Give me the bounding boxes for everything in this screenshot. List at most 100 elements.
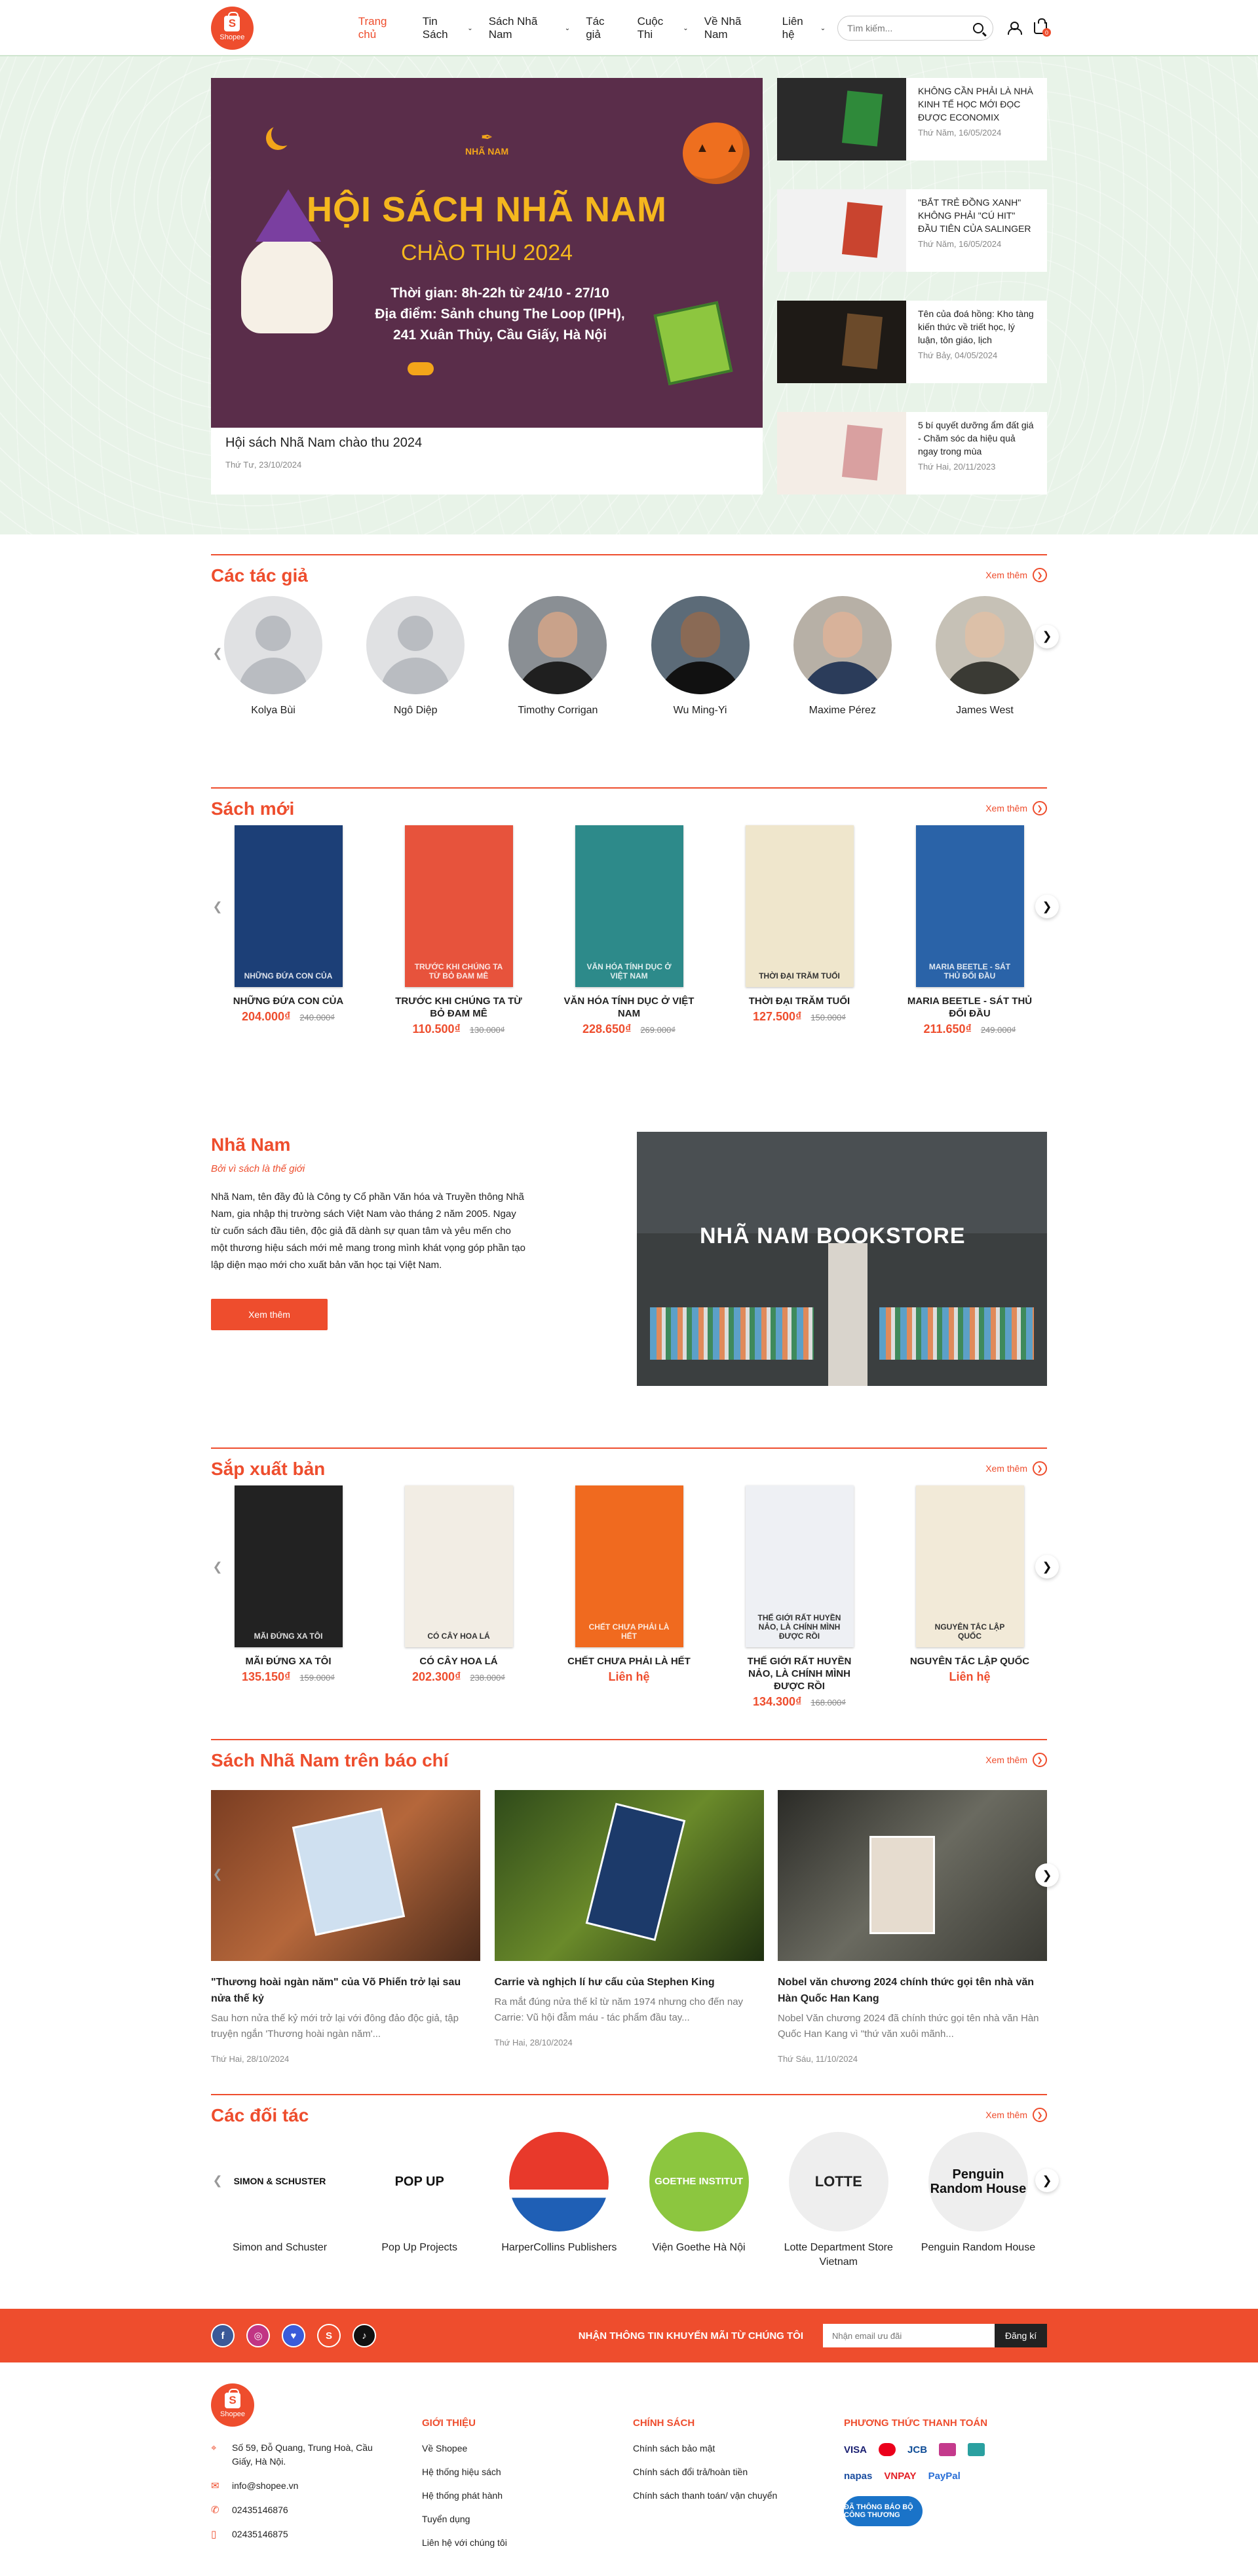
book-cover[interactable]: THẾ GIỚI RẤT HUYỀN NẢO, LÀ CHÍNH MÌNH ĐƯ… [745, 1485, 854, 1647]
partner-card[interactable]: HarperCollins Publishers [497, 2132, 621, 2269]
press-card[interactable]: Carrie và nghịch lí hư cấu của Stephen K… [494, 1790, 764, 2064]
partner-name[interactable]: Pop Up Projects [357, 2241, 482, 2255]
book-title[interactable]: MARIA BEETLE - SÁT THỦ ĐỐI ĐẦU [904, 995, 1035, 1020]
press-card[interactable]: Nobel văn chương 2024 chính thức gọi tên… [778, 1790, 1047, 2064]
author-avatar[interactable] [366, 596, 465, 694]
news-thumbnail[interactable] [777, 412, 906, 495]
footer-phone[interactable]: ✆ 02435146876 [211, 2503, 422, 2517]
author-avatar[interactable] [508, 596, 607, 694]
partner-logo[interactable] [509, 2132, 609, 2231]
footer-link[interactable]: Chính sách đổi trả/hoàn tiền [633, 2467, 844, 2477]
featured-news[interactable]: ✒NHÃ NAM HỘI SÁCH NHÃ NAM CHÀO THU 2024 … [211, 78, 763, 495]
book-card[interactable]: MARIA BEETLE - SÁT THỦ ĐỐI ĐẦU MARIA BEET… [904, 825, 1035, 1036]
book-title[interactable]: MÃI ĐỨNG XA TÔI [223, 1655, 354, 1668]
press-image[interactable] [211, 1790, 480, 1961]
nav-item-0[interactable]: Trang chủ [351, 15, 415, 41]
next-arrow-icon[interactable]: ❯ [1035, 895, 1059, 918]
news-thumbnail[interactable] [777, 78, 906, 160]
see-more-link[interactable]: Xem thêm ❯ [985, 2108, 1047, 2122]
press-image[interactable] [778, 1790, 1047, 1961]
book-card[interactable]: VĂN HÓA TÍNH DỤC Ở VIỆT NAM VĂN HÓA TÍNH … [563, 825, 695, 1036]
see-more-link[interactable]: Xem thêm ❯ [985, 1753, 1047, 1767]
book-card[interactable]: THỜI ĐẠI TRĂM TUỔI THỜI ĐẠI TRĂM TUỔI 127.… [734, 825, 865, 1036]
footer-link[interactable]: Liên hệ với chúng tôi [422, 2537, 633, 2548]
footer-link[interactable]: Về Shopee [422, 2443, 633, 2454]
author-card[interactable]: Maxime Pérez [793, 596, 892, 717]
author-avatar[interactable] [651, 596, 750, 694]
book-card[interactable]: CHẾT CHƯA PHẢI LÀ HẾT CHẾT CHƯA PHẢI LÀ H… [563, 1485, 695, 1709]
side-news-card[interactable]: KHÔNG CẦN PHẢI LÀ NHÀ KINH TẾ HỌC MỚI ĐỌ… [777, 78, 1047, 160]
nav-item-1[interactable]: Tin Sách ⌄ [415, 15, 481, 41]
nav-item-3[interactable]: Tác giả [578, 15, 629, 41]
contact-price-label[interactable]: Liên hệ [608, 1670, 649, 1684]
facebook-icon[interactable]: f [211, 2324, 235, 2347]
footer-email[interactable]: ✉ info@shopee.vn [211, 2479, 422, 2493]
book-cover[interactable]: TRƯỚC KHI CHÚNG TA TỪ BỎ ĐAM MÊ [404, 825, 513, 987]
footer-link[interactable]: Chính sách thanh toán/ vận chuyển [633, 2490, 844, 2501]
partner-name[interactable]: Lotte Department Store Vietnam [776, 2241, 901, 2269]
prev-arrow-icon[interactable]: ❮ [206, 1555, 229, 1578]
book-card[interactable]: THẾ GIỚI RẤT HUYỀN NẢO, LÀ CHÍNH MÌNH ĐƯ… [734, 1485, 865, 1709]
instagram-icon[interactable]: ◎ [246, 2324, 270, 2347]
side-news-title[interactable]: 5 bí quyết dưỡng ẩm đất giá - Chăm sóc d… [918, 419, 1035, 458]
book-cover[interactable]: MARIA BEETLE - SÁT THỦ ĐỐI ĐẦU [915, 825, 1024, 987]
book-card[interactable]: NGUYÊN TẮC LẬP QUỐC NGUYÊN TẮC LẬP QUỐC Li… [904, 1485, 1035, 1709]
see-more-link[interactable]: Xem thêm ❯ [985, 568, 1047, 582]
partner-card[interactable]: Penguin Random House Penguin Random House [916, 2132, 1040, 2269]
book-cover[interactable]: THỜI ĐẠI TRĂM TUỔI [745, 825, 854, 987]
press-card[interactable]: "Thương hoài ngàn năm" của Võ Phiến trở … [211, 1790, 480, 2064]
book-title[interactable]: THỜI ĐẠI TRĂM TUỔI [734, 995, 865, 1007]
author-avatar[interactable] [935, 596, 1034, 694]
footer-link[interactable]: Hệ thống hiệu sách [422, 2467, 633, 2477]
book-cover[interactable]: NHỮNG ĐỨA CON CỦA [234, 825, 343, 987]
about-more-button[interactable]: Xem thêm [211, 1299, 328, 1330]
footer-phone[interactable]: ▯ 02435146875 [211, 2528, 422, 2541]
author-name[interactable]: Kolya Bùi [224, 705, 322, 717]
subscribe-button[interactable]: Đăng kí [995, 2324, 1047, 2347]
next-arrow-icon[interactable]: ❯ [1035, 624, 1059, 648]
author-name[interactable]: Ngô Diệp [366, 705, 465, 717]
side-news-title[interactable]: Tên của đoá hồng: Kho tàng kiến thức về … [918, 307, 1035, 346]
messenger-icon[interactable]: ♥ [282, 2324, 305, 2347]
featured-title[interactable]: Hội sách Nhã Nam chào thu 2024 [225, 436, 748, 451]
prev-arrow-icon[interactable]: ❮ [206, 895, 229, 918]
author-card[interactable]: James West [935, 596, 1034, 717]
partner-card[interactable]: SIMON & SCHUSTER Simon and Schuster [218, 2132, 342, 2269]
footer-link[interactable]: Hệ thống phát hành [422, 2490, 633, 2501]
author-card[interactable]: Wu Ming-Yi [651, 596, 750, 717]
book-card[interactable]: MÃI ĐỨNG XA TÔI MÃI ĐỨNG XA TÔI 135.150₫ 15… [223, 1485, 354, 1709]
news-thumbnail[interactable] [777, 301, 906, 383]
side-news-card[interactable]: Tên của đoá hồng: Kho tàng kiến thức về … [777, 301, 1047, 383]
partner-name[interactable]: Viện Goethe Hà Nội [637, 2241, 761, 2255]
book-cover[interactable]: VĂN HÓA TÍNH DỤC Ở VIỆT NAM [575, 825, 683, 987]
partner-name[interactable]: Simon and Schuster [218, 2241, 342, 2255]
book-title[interactable]: NGUYÊN TẮC LẬP QUỐC [904, 1655, 1035, 1668]
bct-badge[interactable]: ĐÃ THÔNG BÁO BỘ CÔNG THƯƠNG [844, 2496, 923, 2526]
event-banner[interactable]: ✒NHÃ NAM HỘI SÁCH NHÃ NAM CHÀO THU 2024 … [211, 78, 763, 428]
book-card[interactable]: NHỮNG ĐỨA CON CỦA NHỮNG ĐỨA CON CỦA 204.00… [223, 825, 354, 1036]
author-card[interactable]: Timothy Corrigan [508, 596, 607, 717]
book-title[interactable]: NHỮNG ĐỨA CON CỦA [223, 995, 354, 1007]
book-card[interactable]: CÓ CÂY HOA LÁ CÓ CÂY HOA LÁ 202.300₫ 238.00… [393, 1485, 524, 1709]
author-card[interactable]: Kolya Bùi [224, 596, 322, 717]
press-title[interactable]: "Thương hoài ngàn năm" của Võ Phiến trở … [211, 1974, 480, 2007]
book-title[interactable]: THẾ GIỚI RẤT HUYỀN NẢO, LÀ CHÍNH MÌNH ĐƯ… [734, 1655, 865, 1692]
footer-link[interactable]: Chính sách bảo mật [633, 2443, 844, 2454]
side-news-card[interactable]: "BẮT TRẺ ĐỒNG XANH" KHÔNG PHẢI "CÚ HIT" … [777, 189, 1047, 272]
see-more-link[interactable]: Xem thêm ❯ [985, 801, 1047, 815]
contact-price-label[interactable]: Liên hệ [949, 1670, 990, 1684]
news-thumbnail[interactable] [777, 189, 906, 272]
author-name[interactable]: Maxime Pérez [793, 705, 892, 717]
nav-item-6[interactable]: Liên hệ ⌄ [774, 15, 833, 41]
next-arrow-icon[interactable]: ❯ [1035, 1863, 1059, 1887]
author-name[interactable]: Timothy Corrigan [508, 705, 607, 717]
search-input[interactable] [847, 23, 966, 33]
author-avatar[interactable] [793, 596, 892, 694]
book-card[interactable]: TRƯỚC KHI CHÚNG TA TỪ BỎ ĐAM MÊ TRƯỚC KHI… [393, 825, 524, 1036]
partner-name[interactable]: HarperCollins Publishers [497, 2241, 621, 2255]
search-icon[interactable] [973, 23, 983, 33]
side-news-title[interactable]: "BẮT TRẺ ĐỒNG XANH" KHÔNG PHẢI "CÚ HIT" … [918, 196, 1035, 235]
partner-card[interactable]: POP UP Pop Up Projects [357, 2132, 482, 2269]
nav-item-2[interactable]: Sách Nhã Nam ⌄ [481, 15, 579, 41]
side-news-card[interactable]: 5 bí quyết dưỡng ẩm đất giá - Chăm sóc d… [777, 412, 1047, 495]
